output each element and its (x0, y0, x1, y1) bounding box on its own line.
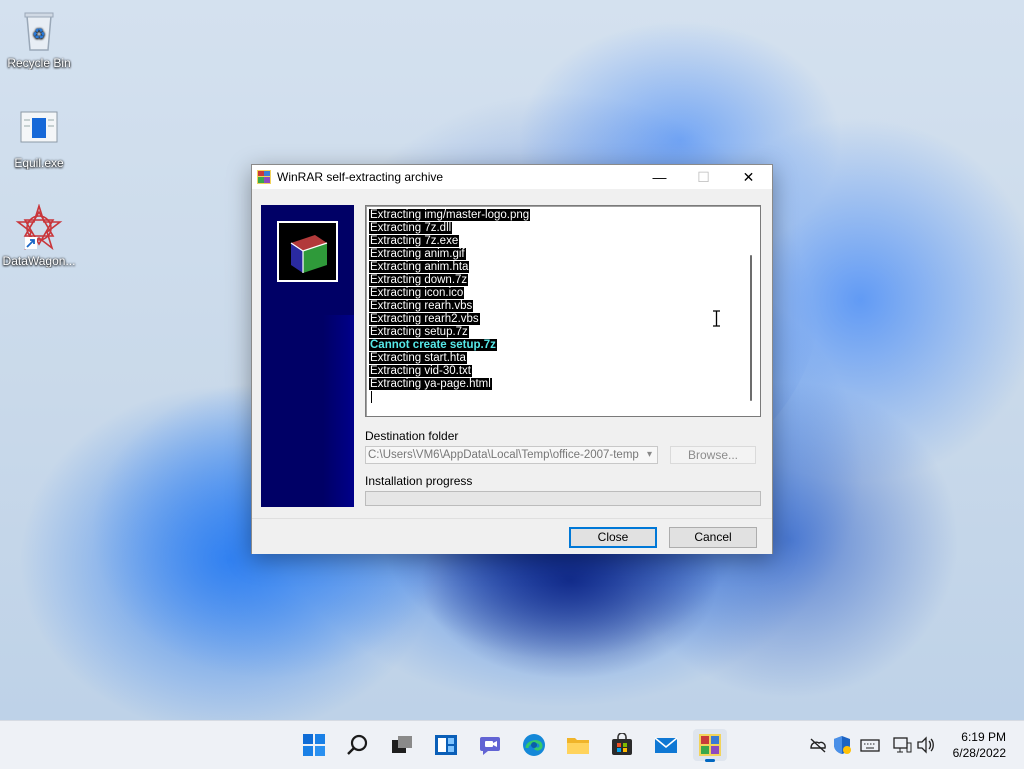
edge-button[interactable] (517, 729, 551, 761)
desktop-icon-equil[interactable]: Equil.exe (0, 106, 78, 170)
log-scrollbar[interactable] (744, 209, 758, 413)
start-button[interactable] (297, 729, 331, 761)
log-line-text: Extracting anim.hta (369, 261, 470, 273)
widgets-icon (435, 735, 457, 755)
winrar-sfx-window: WinRAR self-extracting archive — ☐ ✕ Ext… (251, 164, 773, 554)
log-line: Extracting icon.ico (369, 287, 739, 300)
log-line: Extracting 7z.dll (369, 222, 739, 235)
log-line: Extracting img/master-logo.png (369, 209, 739, 222)
log-line: Extracting anim.hta (369, 261, 739, 274)
maximize-button[interactable]: ☐ (681, 165, 726, 189)
winrar-taskbar-button[interactable] (693, 729, 727, 762)
log-line: Extracting rearh2.vbs (369, 313, 739, 326)
recycle-bin-icon: ♻ (15, 6, 63, 54)
log-line-text: Extracting rearh.vbs (369, 300, 474, 312)
log-line: Extracting vid-30.txt (369, 365, 739, 378)
taskbar: 6:19 PM 6/28/2022 (0, 720, 1024, 769)
store-icon (612, 733, 632, 755)
log-line-text: Extracting img/master-logo.png (369, 209, 531, 221)
destination-folder-field[interactable]: C:\Users\VM6\AppData\Local\Temp\office-2… (365, 446, 658, 464)
log-line-text: Cannot create setup.7z (369, 339, 497, 351)
log-line: Extracting anim.gif (369, 248, 739, 261)
defender-icon[interactable] (832, 735, 852, 755)
window-title: WinRAR self-extracting archive (277, 170, 444, 184)
task-view-icon (392, 736, 412, 753)
winrar-icon (699, 734, 721, 756)
file-explorer-icon (567, 738, 589, 754)
display-icon[interactable] (892, 735, 912, 755)
edge-icon (523, 734, 545, 756)
extraction-log[interactable]: Extracting img/master-logo.png Extracting… (365, 205, 761, 417)
close-window-button[interactable]: ✕ (726, 165, 771, 189)
cancel-button[interactable]: Cancel (669, 527, 757, 548)
clock-time: 6:19 PM (961, 730, 1006, 744)
desktop-icon-label: Recycle Bin (7, 56, 71, 70)
chat-button[interactable] (473, 729, 507, 761)
file-explorer-button[interactable] (561, 729, 595, 761)
mail-icon (654, 737, 678, 753)
log-line: Extracting start.hta (369, 352, 739, 365)
log-line-text: Extracting icon.ico (369, 287, 465, 299)
log-line: Extracting setup.7z (369, 326, 739, 339)
log-line-text: Extracting anim.gif (369, 248, 466, 260)
log-line-text: Extracting 7z.dll (369, 222, 453, 234)
window-titlebar[interactable]: WinRAR self-extracting archive — ☐ ✕ (252, 165, 772, 189)
ibeam-cursor-icon (712, 310, 721, 330)
log-line-text: Extracting 7z.exe (369, 235, 460, 247)
search-button[interactable] (341, 729, 375, 761)
desktop-icon-label: Equil.exe (14, 156, 64, 170)
log-lines: Extracting img/master-logo.png Extracting… (369, 209, 739, 391)
log-line-text: Extracting down.7z (369, 274, 469, 286)
application-icon (15, 106, 63, 154)
winrar-icon (257, 170, 271, 184)
clock-date: 6/28/2022 (952, 746, 1006, 760)
destination-folder-label: Destination folder (365, 429, 459, 443)
minimize-button[interactable]: — (637, 165, 682, 189)
desktop-icon-label: DataWagon... (2, 254, 76, 268)
log-line: Extracting 7z.exe (369, 235, 739, 248)
shortcut-icon (15, 203, 63, 252)
browse-button[interactable]: Browse... (670, 446, 756, 464)
log-line-text: Extracting start.hta (369, 352, 467, 364)
sidebar-banner (261, 205, 354, 507)
log-line-text: Extracting ya-page.html (369, 378, 492, 390)
search-icon (347, 734, 368, 755)
log-line: Extracting down.7z (369, 274, 739, 287)
chat-icon (480, 737, 500, 755)
desktop-icon-datawagon[interactable]: DataWagon... (0, 203, 78, 268)
widgets-button[interactable] (429, 729, 463, 761)
task-view-button[interactable] (385, 729, 419, 761)
log-line-error: Cannot create setup.7z (369, 339, 739, 352)
log-line-text: Extracting vid-30.txt (369, 365, 472, 377)
keyboard-icon[interactable] (860, 735, 880, 755)
store-button[interactable] (605, 729, 639, 761)
chevron-down-icon[interactable]: ▾ (642, 447, 657, 463)
close-button[interactable]: Close (569, 527, 657, 548)
volume-icon[interactable] (916, 735, 936, 755)
archive-box-icon (277, 221, 338, 282)
desktop-icon-recycle-bin[interactable]: ♻ Recycle Bin (0, 6, 78, 70)
log-line: Extracting ya-page.html (369, 378, 739, 391)
log-line: Extracting rearh.vbs (369, 300, 739, 313)
svg-text:♻: ♻ (32, 25, 45, 43)
installation-progress-bar (365, 491, 761, 506)
scrollbar-thumb[interactable] (750, 255, 752, 401)
installation-progress-label: Installation progress (365, 474, 473, 488)
network-offline-icon[interactable] (808, 735, 828, 755)
dialog-footer: Close Cancel (252, 518, 772, 554)
log-line-text: Extracting setup.7z (369, 326, 469, 338)
log-line-text: Extracting rearh2.vbs (369, 313, 480, 325)
clock[interactable]: 6:19 PM 6/28/2022 (936, 729, 1006, 761)
mail-button[interactable] (649, 729, 683, 761)
start-icon (303, 734, 325, 756)
